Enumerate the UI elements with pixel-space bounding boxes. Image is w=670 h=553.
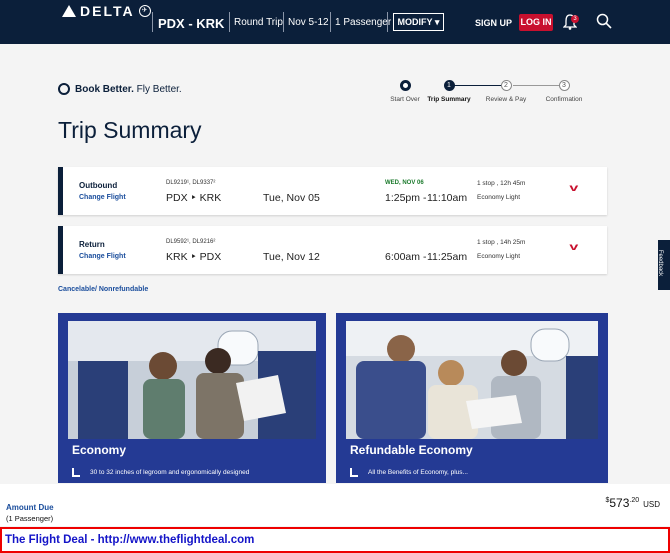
logo-text: DELTA [80, 3, 135, 19]
step-review-pay: 2 Review & Pay [476, 80, 536, 103]
flight-route: KRK ‣ PDX [166, 251, 222, 263]
header-divider [330, 12, 331, 32]
fare-card-refundable-economy[interactable]: Refundable Economy All the Benefits of E… [336, 313, 608, 483]
booking-stepper: Start Over 1 Trip Summary 2 Review & Pay… [388, 80, 588, 110]
seat-icon [72, 468, 80, 477]
fare-feature: All the Benefits of Economy, plus... [350, 468, 468, 477]
total-price: $573.20 USD [605, 496, 660, 510]
fare-feature-text: 30 to 32 inches of legroom and ergonomic… [90, 469, 250, 476]
economy-cabin-photo [68, 321, 316, 439]
search-icon[interactable] [596, 13, 612, 29]
passenger-count: 1 Passenger [335, 17, 392, 28]
header-divider [283, 12, 284, 32]
feedback-tab[interactable]: Feedback [657, 240, 670, 290]
chevron-down-icon[interactable]: v [569, 242, 578, 253]
currency-code: USD [643, 500, 660, 509]
step-trip-summary: 1 Trip Summary [419, 80, 479, 103]
step-confirmation: 3 Confirmation [534, 80, 594, 103]
top-navigation-bar: DELTA ✈ PDX - KRK Round Trip Nov 5-12 1 … [0, 0, 670, 44]
trip-type: Round Trip [234, 17, 283, 28]
arrival-day-note: WED, NOV 06 [385, 180, 424, 186]
seat-icon [350, 468, 358, 477]
amount-due-bar: Amount Due (1 Passenger) $573.20 USD [0, 484, 670, 526]
cancelable-note[interactable]: Cancelable/ Nonrefundable [58, 286, 148, 293]
flight-numbers: DL9219¹, DL9337² [166, 180, 216, 186]
fare-name: Economy [72, 443, 127, 457]
fare-feature-text: All the Benefits of Economy, plus... [368, 469, 468, 476]
flight-date: Tue, Nov 12 [263, 251, 320, 263]
tagline-bold: Book Better. [75, 83, 134, 95]
delta-widget-icon [62, 5, 76, 17]
flight-card-return[interactable]: Return Change Flight DL9592¹, DL9216² KR… [58, 226, 607, 274]
delta-seal-icon [58, 83, 70, 95]
step-label: Confirmation [545, 96, 583, 103]
trip-route: PDX - KRK [158, 16, 225, 31]
refundable-cabin-photo [346, 321, 598, 439]
arrival-time: 11:25am [427, 251, 468, 263]
chevron-down-icon[interactable]: v [569, 183, 578, 194]
flight-numbers: DL9592¹, DL9216² [166, 239, 216, 245]
step-label: Trip Summary [427, 96, 471, 103]
departure-time: 6:00am - [385, 251, 427, 263]
modify-label: MODIFY [397, 17, 433, 27]
trip-dates: Nov 5-12 [288, 17, 329, 28]
flight-route: PDX ‣ KRK [166, 192, 222, 204]
step-number: 2 [500, 80, 512, 91]
tagline-rest: Fly Better. [133, 83, 182, 95]
header-divider [387, 12, 388, 32]
amount-due-label: Amount Due [6, 503, 54, 512]
log-in-button[interactable]: LOG IN [519, 14, 553, 31]
fare-feature: 30 to 32 inches of legroom and ergonomic… [72, 468, 249, 477]
header-divider [152, 12, 153, 32]
stops-duration: 1 stop , 14h 25m [477, 239, 526, 246]
feedback-label: Feedback [657, 249, 664, 277]
step-number: 1 [443, 80, 455, 91]
step-number: 3 [558, 80, 570, 91]
delta-logo[interactable]: DELTA ✈ [62, 3, 151, 19]
sign-up-link[interactable]: SIGN UP [475, 18, 512, 28]
start-over-icon [399, 80, 411, 91]
fare-name: Refundable Economy [350, 443, 473, 457]
price-whole: 573 [609, 496, 630, 510]
tagline: Book Better. Fly Better. [58, 83, 182, 95]
price-cents: .20 [629, 497, 640, 504]
amount-due-passengers: (1 Passenger) [6, 514, 54, 523]
departure-time: 1:25pm - [385, 192, 427, 204]
cabin-class: Economy Light [477, 253, 520, 260]
fare-card-economy[interactable]: Economy 30 to 32 inches of legroom and e… [58, 313, 326, 483]
step-label: Review & Pay [485, 96, 527, 103]
stops-duration: 1 stop , 12h 45m [477, 180, 526, 187]
modify-button[interactable]: MODIFY ▾ [393, 13, 444, 31]
page-title: Trip Summary [58, 117, 202, 143]
flight-card-outbound[interactable]: Outbound Change Flight DL9219¹, DL9337² … [58, 167, 607, 215]
flightdeal-banner: The Flight Deal - http://www.theflightde… [0, 527, 670, 553]
flight-direction: Return [79, 240, 105, 249]
skyteam-icon: ✈ [138, 5, 151, 17]
cabin-class: Economy Light [477, 194, 520, 201]
notification-badge: 3 [571, 15, 579, 23]
change-flight-link[interactable]: Change Flight [79, 194, 126, 201]
flight-date: Tue, Nov 05 [263, 192, 320, 204]
chevron-down-icon: ▾ [434, 17, 440, 27]
header-divider [229, 12, 230, 32]
change-flight-link[interactable]: Change Flight [79, 253, 126, 260]
flight-direction: Outbound [79, 181, 118, 190]
arrival-time: 11:10am [427, 192, 468, 204]
